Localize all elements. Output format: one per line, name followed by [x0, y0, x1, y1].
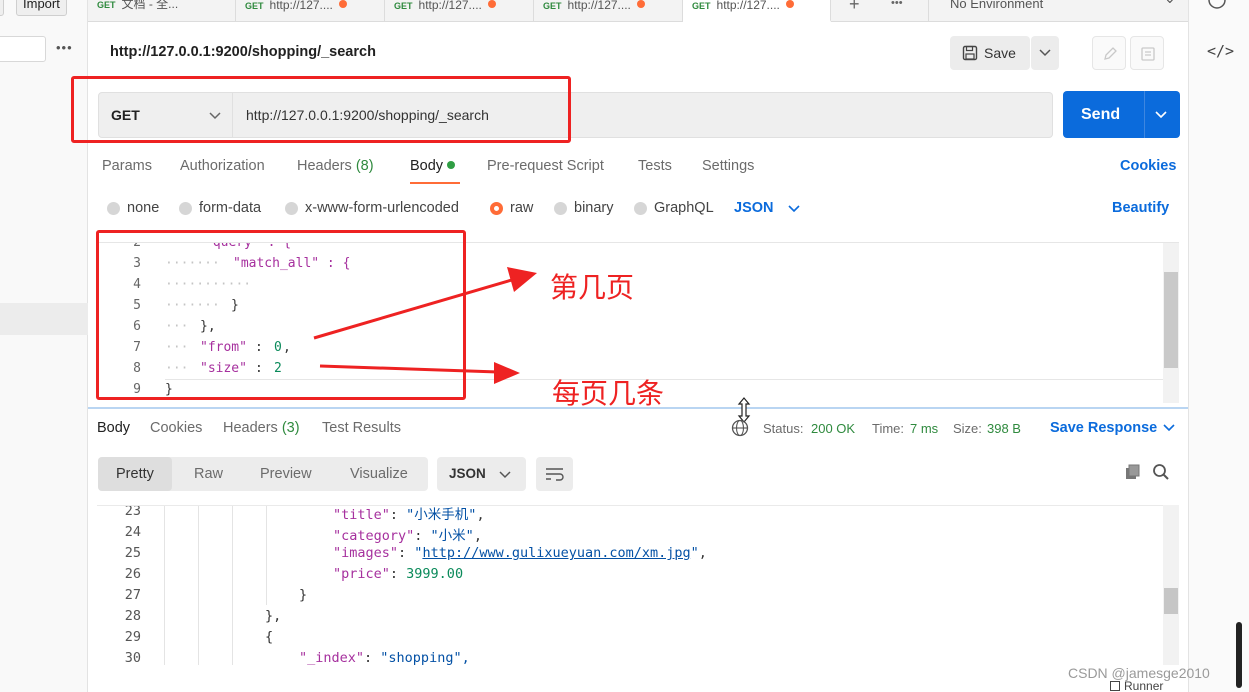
window-scrollbar-thumb[interactable]: [1236, 622, 1242, 688]
line-number: 24: [124, 524, 141, 540]
runner-button[interactable]: Runner: [1110, 679, 1163, 692]
json-link[interactable]: http://www.gulixueyuan.com/xm.jpg: [422, 545, 690, 561]
response-tab-cookies[interactable]: Cookies: [150, 420, 202, 436]
json-line: "_index": "shopping",: [299, 650, 470, 665]
json-key: "_index": [299, 650, 365, 665]
status-value: 200 OK: [811, 421, 856, 436]
view-preview[interactable]: Preview: [260, 457, 312, 491]
size-value: 398 B: [987, 421, 1021, 436]
response-headers-count: (3): [281, 420, 300, 436]
annotation-page-number: 第几页: [550, 271, 635, 304]
line-number: 26: [124, 566, 141, 582]
time-value: 7 ms: [910, 421, 939, 436]
runner-label: Runner: [1124, 679, 1164, 692]
json-line: "category": "小米",: [333, 528, 482, 544]
response-scrollbar[interactable]: [1163, 505, 1179, 665]
response-headers-label: Headers: [223, 420, 278, 436]
response-tab-headers[interactable]: Headers (3): [223, 420, 300, 436]
json-line: "title": "小米手机",: [333, 507, 485, 523]
response-scrollbar-thumb[interactable]: [1164, 588, 1178, 614]
time-label: Time:: [872, 421, 905, 436]
view-raw[interactable]: Raw: [194, 457, 223, 491]
json-value: "小米": [430, 528, 474, 544]
view-visualize[interactable]: Visualize: [350, 457, 408, 491]
view-pretty[interactable]: Pretty: [98, 457, 172, 491]
size-label: Size:: [953, 421, 982, 436]
wrap-lines-button[interactable]: [536, 457, 573, 491]
json-key: "price": [333, 566, 390, 582]
line-number: 30: [124, 650, 141, 665]
runner-icon: [1110, 681, 1120, 691]
copy-icon[interactable]: [1124, 463, 1142, 481]
arrow-head-icon: [507, 267, 537, 292]
arrow-page-number: [313, 277, 516, 340]
annotation-page-size: 每页几条: [552, 377, 665, 410]
status-label: Status:: [763, 421, 804, 436]
response-tab-test-results[interactable]: Test Results: [322, 420, 401, 436]
response-format-select[interactable]: JSON: [437, 457, 526, 491]
json-key: "title": [333, 507, 390, 523]
json-value: 3999.00: [406, 566, 464, 582]
json-line: "price": 3999.00: [333, 566, 464, 582]
json-value: "shopping",: [380, 650, 470, 665]
response-tab-body[interactable]: Body: [97, 420, 130, 436]
json-line: }: [299, 587, 308, 603]
globe-icon[interactable]: [731, 419, 749, 437]
json-line: },: [265, 608, 282, 624]
json-key: "images": [333, 545, 399, 561]
line-number: 23: [124, 505, 141, 519]
line-number: 28: [124, 608, 141, 624]
search-icon[interactable]: [1152, 463, 1170, 481]
json-value: "小米手机": [406, 507, 477, 523]
chevron-down-icon: [499, 471, 511, 479]
response-format-label: JSON: [449, 466, 486, 481]
json-key: "category": [333, 528, 415, 544]
line-number: 29: [124, 629, 141, 645]
json-line: {: [265, 629, 274, 645]
wrap-icon: [546, 468, 564, 481]
line-number: 25: [124, 545, 141, 561]
response-body[interactable]: 23 24 25 26 27 28 29 30 "title": "小米手机",…: [97, 505, 1179, 665]
pane-splitter[interactable]: [88, 407, 1188, 409]
arrow-head-icon: [494, 362, 520, 384]
line-number: 27: [124, 587, 141, 603]
save-response-button[interactable]: Save Response: [1050, 420, 1157, 436]
chevron-down-icon[interactable]: [1163, 424, 1175, 432]
json-line: "images": "http://www.gulixueyuan.com/xm…: [333, 545, 707, 561]
arrow-page-size: [319, 364, 499, 374]
